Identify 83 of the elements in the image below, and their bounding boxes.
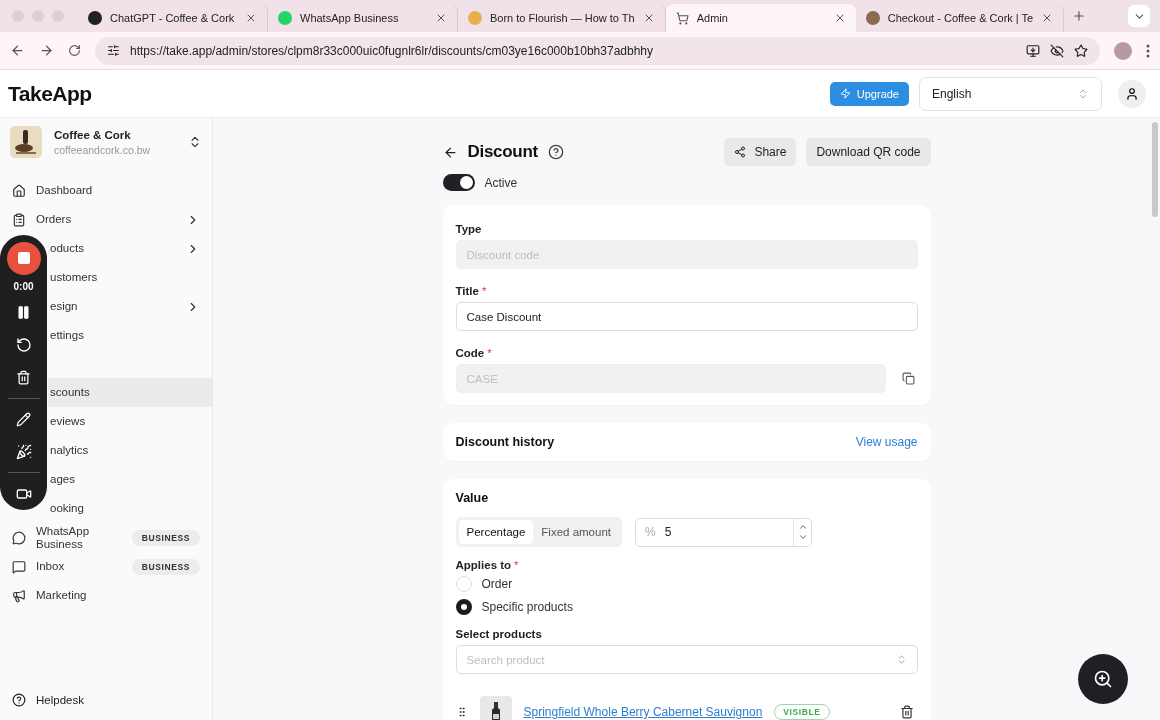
- sidebar-item[interactable]: eviews: [48, 407, 212, 436]
- title-field[interactable]: Case Discount: [455, 302, 918, 331]
- field-label: Title *: [455, 285, 488, 297]
- active-toggle[interactable]: [442, 174, 475, 191]
- site-icon: [865, 11, 880, 25]
- site-icon: [468, 11, 482, 25]
- view-usage-link[interactable]: View usage: [855, 435, 918, 449]
- nav-icon: [12, 559, 26, 574]
- back-icon[interactable]: [442, 144, 458, 160]
- page-title: Discount: [467, 142, 538, 162]
- sidebar-item[interactable]: esign: [48, 292, 212, 321]
- more-icon[interactable]: [1146, 43, 1150, 58]
- card-title: Value: [455, 491, 490, 505]
- close-icon[interactable]: [435, 12, 447, 24]
- radio-button[interactable]: [455, 598, 472, 615]
- sidebar-item[interactable]: nalytics: [48, 436, 212, 465]
- nav-icon: [12, 530, 26, 545]
- sidebar-item[interactable]: ettings: [48, 321, 212, 350]
- share-icon: [734, 146, 747, 158]
- download-qr-button[interactable]: Download QR code: [806, 138, 931, 166]
- decrement-icon[interactable]: [797, 532, 808, 542]
- plan-badge: BUSINESS: [131, 558, 200, 575]
- share-button[interactable]: Share: [724, 138, 797, 166]
- install-icon[interactable]: [1026, 43, 1040, 58]
- new-tab-icon[interactable]: [1072, 9, 1087, 23]
- reload-icon[interactable]: [68, 44, 81, 57]
- store-domain: coffeeandcork.co.bw: [54, 143, 152, 156]
- plan-badge: BUSINESS: [131, 529, 200, 546]
- field-label: Select products: [455, 628, 543, 640]
- lightning-icon: [839, 88, 851, 99]
- field-label: Applies to *: [455, 559, 520, 571]
- sidebar-item[interactable]: Orders: [0, 205, 212, 234]
- app-logo: TakeApp: [8, 81, 93, 106]
- helpdesk-link[interactable]: Helpdesk: [0, 680, 212, 720]
- delete-icon[interactable]: [899, 705, 914, 719]
- sidebar-item[interactable]: ages: [48, 465, 212, 494]
- store-name: Coffee & Cork: [54, 128, 132, 141]
- sidebar-item[interactable]: WhatsApp Business BUSINESS: [0, 523, 212, 552]
- radio-label: Order: [481, 576, 513, 591]
- sidebar-item[interactable]: Dashboard: [0, 176, 212, 205]
- site-icon: [278, 11, 292, 25]
- field-label: Type: [455, 223, 483, 235]
- site-settings-icon[interactable]: [107, 44, 120, 57]
- product-link[interactable]: Springfield Whole Berry Cabernet Sauvignon: [523, 705, 763, 719]
- toggle-label: Active: [484, 175, 518, 190]
- segment-tab[interactable]: Percentage: [458, 520, 534, 544]
- language-select[interactable]: English: [919, 76, 1102, 111]
- nav-icon: [12, 588, 26, 603]
- address-field[interactable]: https://take.app/admin/stores/clpm8r33c000uic0fugnlr6lr/discounts/cm03ye16c000b10bh37adbhhy: [95, 36, 1100, 65]
- tab-menu-icon[interactable]: [1128, 5, 1150, 27]
- increment-icon[interactable]: [797, 522, 808, 532]
- help-icon: [12, 693, 26, 707]
- url-text: https://take.app/admin/stores/clpm8r33c000uic0fugnlr6lr/discounts/cm03ye16c000b10bh37adbhhy: [130, 43, 653, 58]
- sidebar-item[interactable]: scounts: [48, 378, 212, 407]
- forward-icon[interactable]: [39, 43, 54, 58]
- segment-tab[interactable]: Fixed amount: [533, 520, 619, 544]
- sidebar-item[interactable]: Inbox BUSINESS: [0, 552, 212, 581]
- card-title: Discount history: [455, 435, 555, 449]
- recording-time: 0:00: [13, 280, 34, 292]
- zoom-in-icon: [1093, 669, 1113, 689]
- back-icon[interactable]: [10, 43, 25, 58]
- nav-icon: [12, 212, 26, 227]
- stop-button[interactable]: [6, 242, 41, 275]
- eye-off-icon[interactable]: [1050, 43, 1064, 58]
- select-arrows-icon: [1077, 87, 1089, 100]
- user-icon[interactable]: [1118, 79, 1146, 108]
- browser-tab[interactable]: Admin: [665, 4, 856, 32]
- nav-icon: [12, 183, 26, 198]
- sidebar-item[interactable]: oducts: [48, 234, 212, 263]
- bookmark-star-icon[interactable]: [1074, 43, 1088, 58]
- zoom-in-button[interactable]: [1078, 654, 1128, 704]
- scrollbar[interactable]: [1152, 122, 1158, 217]
- site-icon: [88, 11, 102, 25]
- field-label: Code *: [455, 347, 493, 359]
- cart-icon: [675, 11, 689, 25]
- close-icon[interactable]: [245, 12, 257, 24]
- radio-label: Specific products: [481, 599, 573, 614]
- sidebar-item[interactable]: ooking: [48, 494, 212, 523]
- sidebar-item[interactable]: ustomers: [48, 263, 212, 292]
- sidebar-item[interactable]: Marketing: [0, 581, 212, 610]
- amount-field[interactable]: % 5: [635, 517, 812, 547]
- help-icon[interactable]: [547, 144, 564, 160]
- store-logo: [10, 126, 42, 158]
